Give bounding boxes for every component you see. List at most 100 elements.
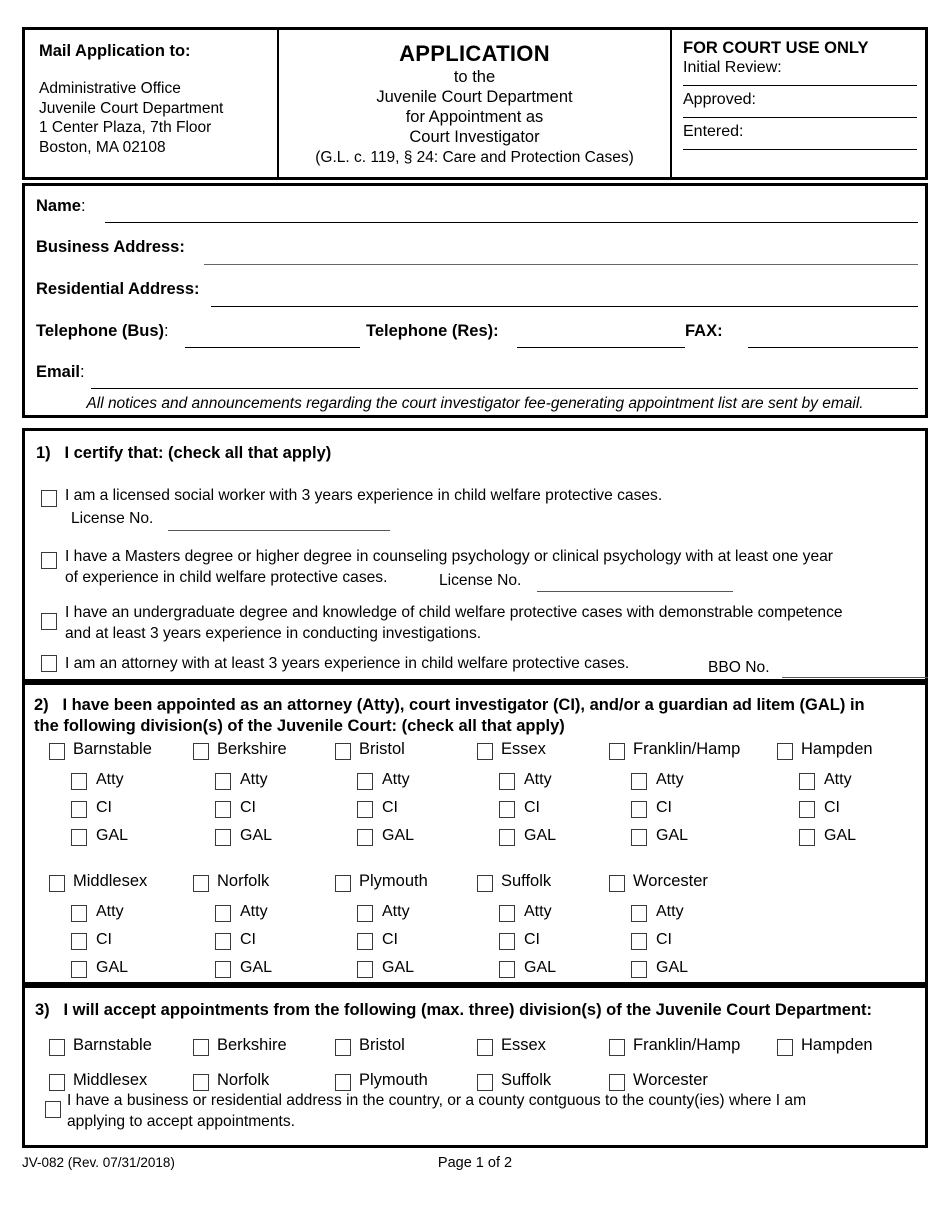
mail-address-line-3: 1 Center Plaza, 7th Floor (39, 119, 212, 136)
checkbox-barnstable-atty[interactable] (71, 773, 87, 790)
label-worcester-gal: GAL (656, 959, 689, 976)
checkbox-bristol[interactable] (335, 743, 351, 760)
label-hampden-atty: Atty (824, 771, 852, 788)
accept-checkbox-essex[interactable] (477, 1039, 493, 1056)
label-barnstable-atty: Atty (96, 771, 124, 788)
checkbox-suffolk-atty[interactable] (499, 905, 515, 922)
checkbox-essex-gal[interactable] (499, 829, 515, 846)
section-2-heading: 2) I have been appointed as an attorney … (34, 696, 865, 735)
checkbox-plymouth-ci[interactable] (357, 933, 373, 950)
accept-checkbox-berkshire[interactable] (193, 1039, 209, 1056)
checkbox-suffolk-ci[interactable] (499, 933, 515, 950)
checkbox-berkshire[interactable] (193, 743, 209, 760)
checkbox-worcester-ci[interactable] (631, 933, 647, 950)
certify-text-attorney: I am an attorney with at least 3 years e… (65, 655, 630, 672)
certify-checkbox-social-worker[interactable] (41, 490, 57, 507)
checkbox-berkshire-atty[interactable] (215, 773, 231, 790)
checkbox-norfolk-atty[interactable] (215, 905, 231, 922)
checkbox-franklin-hamp-ci[interactable] (631, 801, 647, 818)
checkbox-norfolk[interactable] (193, 875, 209, 892)
accept-checkbox-plymouth[interactable] (335, 1074, 351, 1091)
checkbox-bristol-ci[interactable] (357, 801, 373, 818)
statute-citation: (G.L. c. 119, § 24: Care and Protection … (315, 149, 634, 166)
certify-text-masters-line1: I have a Masters degree or higher degree… (65, 548, 833, 565)
business-address-input[interactable] (204, 264, 918, 265)
accept-checkbox-suffolk[interactable] (477, 1074, 493, 1091)
page-number: Page 1 of 2 (437, 1155, 513, 1171)
checkbox-hampden[interactable] (777, 743, 793, 760)
checkbox-middlesex-ci[interactable] (71, 933, 87, 950)
certify-checkbox-undergraduate[interactable] (41, 613, 57, 630)
checkbox-plymouth-atty[interactable] (357, 905, 373, 922)
label-middlesex-atty: Atty (96, 903, 124, 920)
checkbox-hampden-ci[interactable] (799, 801, 815, 818)
checkbox-middlesex-atty[interactable] (71, 905, 87, 922)
checkbox-suffolk[interactable] (477, 875, 493, 892)
initial-review-label: Initial Review: (683, 59, 782, 76)
checkbox-suffolk-gal[interactable] (499, 961, 515, 978)
section-2-prior-appointments: 2) I have been appointed as an attorney … (22, 682, 928, 985)
certify-checkbox-masters[interactable] (41, 552, 57, 569)
checkbox-norfolk-ci[interactable] (215, 933, 231, 950)
accept-checkbox-hampden[interactable] (777, 1039, 793, 1056)
residential-address-input[interactable] (211, 306, 918, 307)
residency-checkbox[interactable] (45, 1101, 61, 1118)
checkbox-essex[interactable] (477, 743, 493, 760)
checkbox-worcester-atty[interactable] (631, 905, 647, 922)
label-worcester-atty: Atty (656, 903, 684, 920)
checkbox-essex-atty[interactable] (499, 773, 515, 790)
accept-checkbox-franklin-hamp[interactable] (609, 1039, 625, 1056)
email-input[interactable] (91, 388, 918, 389)
checkbox-berkshire-ci[interactable] (215, 801, 231, 818)
label-essex-atty: Atty (524, 771, 552, 788)
checkbox-barnstable-ci[interactable] (71, 801, 87, 818)
mail-to-cell: Mail Application to: Administrative Offi… (25, 30, 277, 177)
accept-checkbox-bristol[interactable] (335, 1039, 351, 1056)
checkbox-franklin-hamp-gal[interactable] (631, 829, 647, 846)
certify-checkbox-attorney[interactable] (41, 655, 57, 672)
label-franklin-hamp-atty: Atty (656, 771, 684, 788)
checkbox-plymouth[interactable] (335, 875, 351, 892)
telephone-bus-input[interactable] (185, 347, 360, 348)
checkbox-hampden-atty[interactable] (799, 773, 815, 790)
checkbox-worcester-gal[interactable] (631, 961, 647, 978)
name-input[interactable] (105, 222, 918, 223)
checkbox-franklin-hamp-atty[interactable] (631, 773, 647, 790)
fax-input[interactable] (748, 347, 918, 348)
checkbox-middlesex-gal[interactable] (71, 961, 87, 978)
label-suffolk-gal: GAL (524, 959, 557, 976)
checkbox-plymouth-gal[interactable] (357, 961, 373, 978)
checkbox-hampden-gal[interactable] (799, 829, 815, 846)
checkbox-berkshire-gal[interactable] (215, 829, 231, 846)
application-title-cell: APPLICATION to the Juvenile Court Depart… (277, 30, 670, 177)
accept-label-franklin-hamp: Franklin/Hamp (633, 1036, 741, 1054)
license-no-input-1[interactable] (168, 530, 390, 531)
label-middlesex: Middlesex (73, 872, 148, 890)
telephone-res-input[interactable] (517, 347, 685, 348)
accept-checkbox-middlesex[interactable] (49, 1074, 65, 1091)
approved-label: Approved: (683, 91, 756, 108)
accept-checkbox-barnstable[interactable] (49, 1039, 65, 1056)
accept-checkbox-worcester[interactable] (609, 1074, 625, 1091)
label-middlesex-gal: GAL (96, 959, 129, 976)
checkbox-barnstable-gal[interactable] (71, 829, 87, 846)
checkbox-norfolk-gal[interactable] (215, 961, 231, 978)
checkbox-worcester[interactable] (609, 875, 625, 892)
checkbox-middlesex[interactable] (49, 875, 65, 892)
checkbox-franklin-hamp[interactable] (609, 743, 625, 760)
license-no-input-2[interactable] (537, 591, 733, 592)
bbo-no-input[interactable] (782, 677, 928, 678)
title-subline-3: for Appointment as (405, 108, 544, 126)
form-page: Mail Application to: Administrative Offi… (0, 0, 950, 1230)
residency-text-line2: applying to accept appointments. (67, 1113, 295, 1130)
checkbox-bristol-atty[interactable] (357, 773, 373, 790)
label-hampden-ci: CI (824, 799, 840, 816)
accept-checkbox-norfolk[interactable] (193, 1074, 209, 1091)
certify-text-masters-line2: of experience in child welfare protectiv… (65, 569, 388, 586)
email-label: Email: (36, 363, 85, 381)
residential-address-label: Residential Address: (36, 280, 200, 298)
checkbox-essex-ci[interactable] (499, 801, 515, 818)
checkbox-bristol-gal[interactable] (357, 829, 373, 846)
checkbox-barnstable[interactable] (49, 743, 65, 760)
label-suffolk-ci: CI (524, 931, 540, 948)
